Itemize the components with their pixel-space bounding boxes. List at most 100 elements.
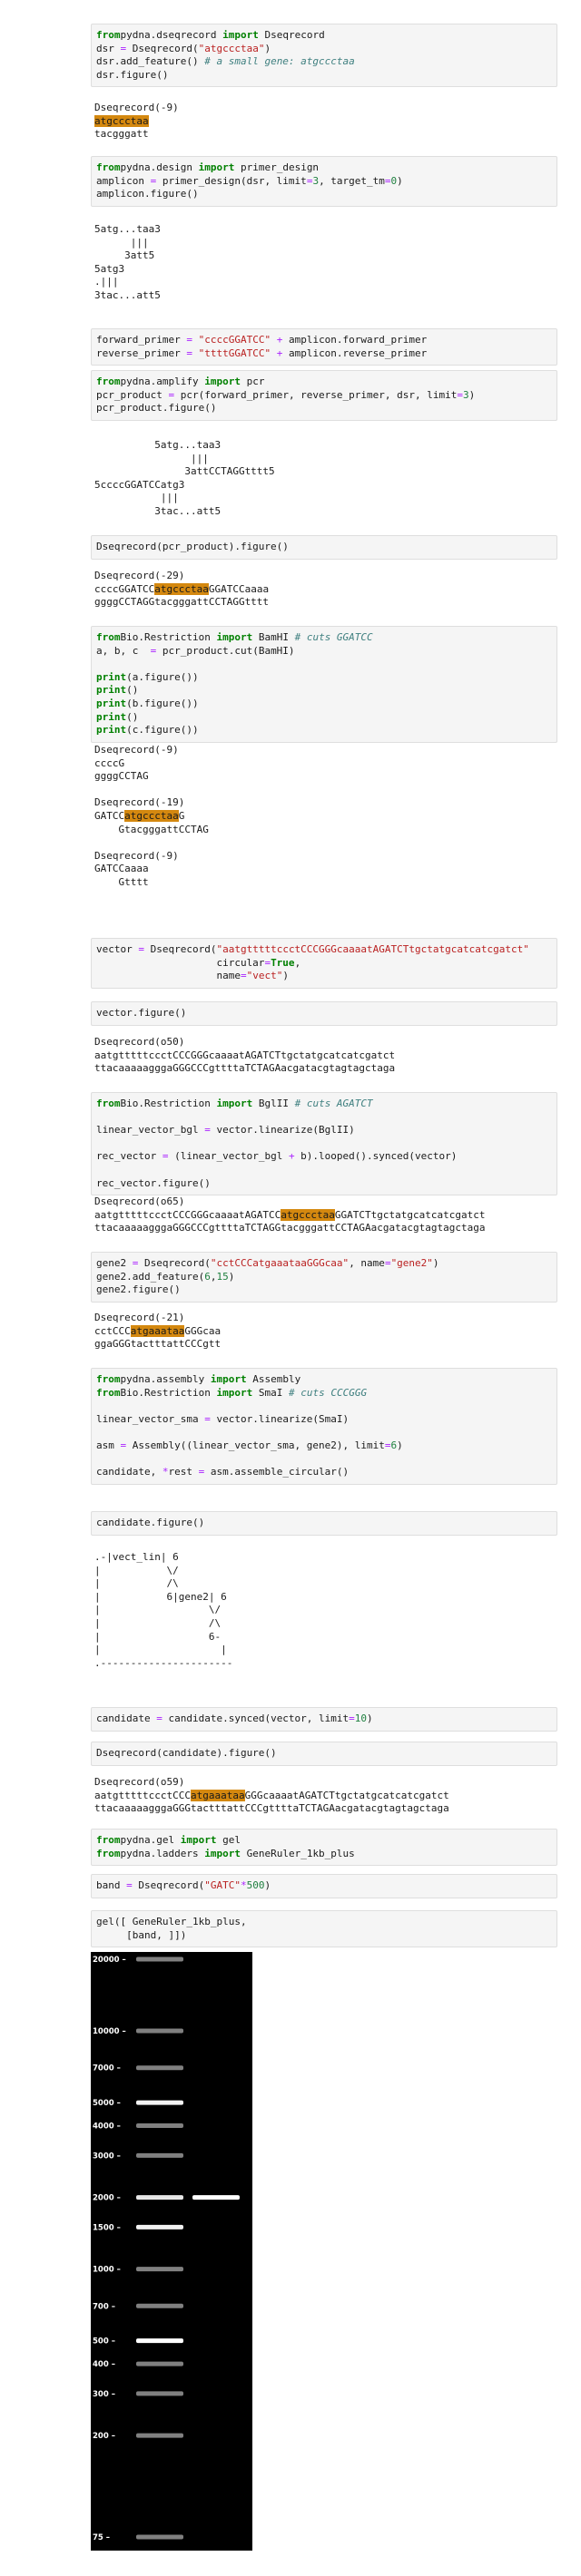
code-token: ttacaaaaagggaGGGCCCgttttaTCTAGGtacgggatt… [94, 1222, 486, 1234]
code-editor[interactable]: frompydna.amplify import pcr pcr_product … [91, 370, 557, 421]
gel-image: 20000 – 10000 – 7000 – 5000 – 4000 – 3000 – 20… [91, 1952, 252, 2551]
code-token: ) [468, 388, 476, 401]
code-editor[interactable]: gel([ GeneRuler_1kb_plus, [band, ]]) [91, 1910, 557, 1948]
code-line: | \/ [94, 1604, 557, 1617]
code-editor[interactable]: frompydna.dseqrecord import Dseqrecord ds… [91, 24, 557, 88]
code-token: GeneRuler_1kb_plus [240, 1847, 355, 1859]
code-token: gel([ GeneRuler_1kb_plus, [96, 1916, 247, 1927]
feature-highlight: atgccctaa [124, 809, 179, 822]
code-editor[interactable]: frompydna.gel import gel frompydna.ladder… [91, 1829, 557, 1867]
code-token: + [288, 1150, 295, 1163]
code-editor[interactable]: fromBio.Restriction import BglII # cuts … [91, 1092, 557, 1196]
code-token: import [216, 1386, 253, 1399]
code-editor[interactable]: vector.figure() [91, 1001, 557, 1026]
code-token: | \/ [94, 1604, 222, 1616]
code-token: candidate.figure() [96, 1517, 205, 1528]
code-token: BamHI [252, 631, 295, 643]
code-line: aatgtttttccctCCCGGGcaaaatAGATCTtgctatgca… [94, 1049, 557, 1063]
code-line: 3att5 [94, 249, 557, 263]
code-token: Dseqrecord(-9) [94, 744, 179, 756]
code-token: "atgccctaa" [198, 42, 265, 54]
code-token: from [96, 1386, 121, 1399]
code-line: Dseqrecord(-9) [94, 850, 557, 864]
code-editor[interactable]: frompydna.assembly import Assembly fromBi… [91, 1368, 557, 1485]
feature-highlight: atgaaataa [190, 1789, 245, 1801]
cell-output-text: Dseqrecord(o50) aatgtttttccctCCCGGGcaaaat… [94, 1036, 557, 1076]
code-token: Dseqrecord( [132, 1879, 205, 1891]
ladder-label: 700 – [93, 2302, 115, 2311]
ladder-label: 400 – [93, 2360, 115, 2369]
feature-highlight: atgaaataa [130, 1324, 185, 1337]
code-token: Assembly [246, 1373, 301, 1385]
ladder-band [136, 2391, 183, 2396]
code-token: pydna.dseqrecord [120, 29, 223, 41]
code-token: aatgtttttccctCCCGGGcaaaatAGATCTtgctatgca… [94, 1049, 396, 1061]
code-line: | \/ [94, 1565, 557, 1578]
code-token: reverse_primer [96, 346, 187, 359]
code-token: [band, ]]) [96, 1928, 187, 1941]
code-token: ) [228, 1270, 235, 1283]
code-line: 5atg...taa3 [94, 223, 557, 237]
code-editor[interactable]: vector = Dseqrecord("aatgtttttccctCCCGGG… [91, 938, 557, 989]
code-token: dsr.figure() [96, 68, 169, 81]
code-editor[interactable]: fromBio.Restriction import BamHI # cuts … [91, 626, 557, 743]
code-token: circular [96, 956, 265, 969]
code-line: Dseqrecord(-21) [94, 1312, 557, 1325]
code-line: linear_vector_bgl = vector.linearize(Bgl… [96, 1124, 552, 1137]
code-token: gene2.add_feature( [96, 1270, 205, 1283]
code-token: | 6|gene2| 6 [94, 1590, 227, 1603]
code-token: "ttttGGATCC" [198, 346, 271, 359]
ladder-label: 4000 – [93, 2122, 121, 2132]
code-editor[interactable]: Dseqrecord(pcr_product).figure() [91, 535, 557, 560]
code-line: print(c.figure()) [96, 724, 552, 737]
code-token: = [384, 174, 391, 187]
code-token: vector.linearize(SmaI) [210, 1412, 350, 1425]
ladder-label: 500 – [93, 2337, 115, 2347]
code-line: Dseqrecord(-29) [94, 570, 557, 583]
code-token: band [96, 1879, 127, 1891]
code-line: Dseqrecord(pcr_product).figure() [96, 541, 552, 554]
ladder-band [136, 2433, 183, 2438]
code-token: "GATC" [204, 1879, 241, 1891]
code-token: 5atg3 [94, 262, 125, 275]
ladder-label: 2000 – [93, 2194, 121, 2203]
code-token: pydna.design [120, 161, 199, 173]
code-token: "cctCCCatgaaataaGGGcaa" [210, 1257, 350, 1269]
code-token: pydna.assembly [120, 1373, 211, 1385]
code-editor[interactable]: frompydna.design import primer_design amp… [91, 156, 557, 207]
code-line: candidate, *rest = asm.assemble_circular… [96, 1466, 552, 1479]
code-token: ccccGGATCC [94, 582, 155, 595]
code-token: ) [367, 1712, 373, 1724]
code-line: ttacaaaaagggaGGGtactttattCCCgttttaTCTAGA… [94, 1802, 557, 1816]
code-line: linear_vector_sma = vector.linearize(Sma… [96, 1413, 552, 1427]
code-token: = [384, 1257, 391, 1269]
ladder-label: 10000 – [93, 2027, 126, 2036]
code-token: primer_design(dsr, limit [156, 174, 307, 187]
code-line: ttacaaaaagggaGGGCCCgttttaTCTAGGtacgggatt… [94, 1222, 557, 1235]
code-token: pcr_product.cut(BamHI) [156, 644, 295, 657]
code-editor[interactable]: forward_primer = "ccccGGATCC" + amplicon… [91, 328, 557, 366]
ladder-label: 20000 – [93, 1956, 126, 1965]
code-line: print(b.figure()) [96, 698, 552, 711]
code-editor[interactable]: gene2 = Dseqrecord("cctCCCatgaaataaGGGca… [91, 1252, 557, 1303]
code-token: Dseqrecord(-9) [94, 849, 179, 862]
code-editor[interactable]: candidate = candidate.synced(vector, lim… [91, 1707, 557, 1732]
code-token: 6 [204, 1270, 211, 1283]
code-editor[interactable]: band = Dseqrecord("GATC"*500) [91, 1874, 557, 1898]
code-line: cctCCCatgaaataaGGGcaa [94, 1324, 557, 1339]
code-line: reverse_primer = "ttttGGATCC" + amplicon… [96, 347, 552, 361]
code-editor[interactable]: candidate.figure() [91, 1511, 557, 1536]
ladder-label: 75 – [93, 2533, 110, 2542]
code-line: dsr.add_feature() # a small gene: atgccc… [96, 55, 552, 69]
cell-output-text: 5atg...taa3 ||| 3attCCTAGGtttt5 5ccccGGAT… [94, 439, 557, 519]
code-line: frompydna.design import primer_design [96, 161, 552, 175]
code-token: Dseqrecord(pcr_product).figure() [96, 541, 289, 552]
code-editor[interactable]: Dseqrecord(candidate).figure() [91, 1742, 557, 1766]
code-line: band = Dseqrecord("GATC"*500) [96, 1879, 552, 1893]
code-token: a, b, c [96, 644, 151, 657]
code-token: ) [397, 1439, 403, 1451]
code-line: dsr.figure() [96, 69, 552, 83]
code-line: vector.figure() [96, 1007, 552, 1020]
